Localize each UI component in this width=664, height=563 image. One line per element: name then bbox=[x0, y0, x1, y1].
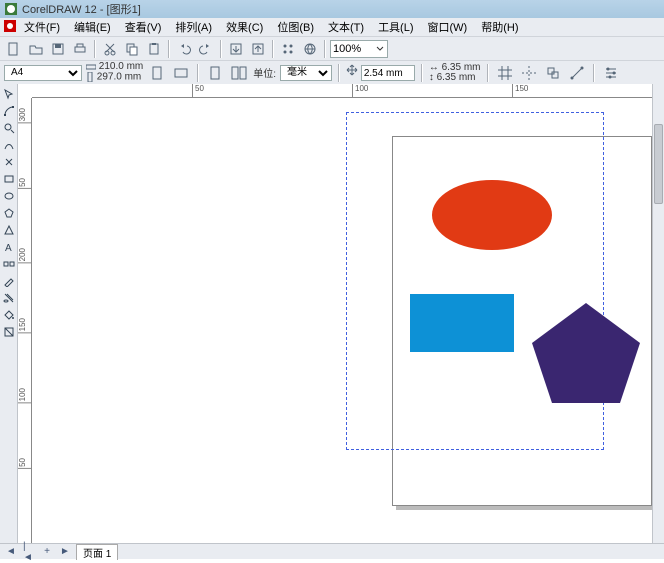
vertical-scrollbar[interactable] bbox=[652, 84, 664, 543]
menu-effects[interactable]: 效果(C) bbox=[220, 18, 269, 36]
menu-help[interactable]: 帮助(H) bbox=[475, 18, 524, 36]
smart-drawing-tool[interactable] bbox=[1, 154, 17, 170]
zoom-tool[interactable] bbox=[1, 120, 17, 136]
menu-bitmap[interactable]: 位图(B) bbox=[271, 18, 320, 36]
page-single-button[interactable] bbox=[205, 63, 225, 83]
nudge-icon bbox=[346, 64, 358, 76]
undo-button[interactable] bbox=[174, 39, 194, 59]
scrollbar-thumb[interactable] bbox=[654, 124, 663, 204]
units-label: 单位: bbox=[253, 65, 276, 80]
redo-button[interactable] bbox=[196, 39, 216, 59]
property-bar: A4 210.0 mm 297.0 mm 单位: 毫米 ↔ 6.35 mm ↕ … bbox=[0, 60, 664, 84]
zoom-input[interactable] bbox=[333, 43, 375, 55]
menu-bar: 文件(F) 编辑(E) 查看(V) 排列(A) 效果(C) 位图(B) 文本(T… bbox=[0, 18, 664, 36]
ellipse-tool[interactable] bbox=[1, 188, 17, 204]
toolbox: A bbox=[0, 84, 18, 543]
outline-tool[interactable] bbox=[1, 290, 17, 306]
page-add-button[interactable]: + bbox=[40, 546, 54, 558]
page-facing-button[interactable] bbox=[229, 63, 249, 83]
eyedropper-tool[interactable] bbox=[1, 273, 17, 289]
cut-button[interactable] bbox=[100, 39, 120, 59]
paper-dims: 210.0 mm 297.0 mm bbox=[86, 62, 143, 83]
open-button[interactable] bbox=[26, 39, 46, 59]
new-button[interactable] bbox=[4, 39, 24, 59]
units-select[interactable]: 毫米 bbox=[280, 65, 332, 81]
interactive-blend-tool[interactable] bbox=[1, 256, 17, 272]
polygon-tool[interactable] bbox=[1, 205, 17, 221]
horizontal-ruler: 50 100 150 bbox=[32, 84, 652, 98]
title-bar: CorelDRAW 12 - [图形1] bbox=[0, 0, 664, 18]
fill-tool[interactable] bbox=[1, 307, 17, 323]
menu-view[interactable]: 查看(V) bbox=[119, 18, 168, 36]
page-prev-button[interactable]: ◄ bbox=[4, 546, 18, 558]
app-launcher-button[interactable] bbox=[278, 39, 298, 59]
chevron-down-icon bbox=[375, 44, 385, 54]
menu-text[interactable]: 文本(T) bbox=[322, 18, 370, 36]
snap-to-objects-button[interactable] bbox=[543, 63, 563, 83]
title-text: CorelDRAW 12 - [图形1] bbox=[22, 1, 141, 17]
nudge-input[interactable] bbox=[361, 65, 415, 81]
canvas[interactable] bbox=[32, 98, 652, 543]
basic-shapes-tool[interactable] bbox=[1, 222, 17, 238]
snap-to-guides-button[interactable] bbox=[519, 63, 539, 83]
shape-tool[interactable] bbox=[1, 103, 17, 119]
import-button[interactable] bbox=[226, 39, 246, 59]
vertical-ruler: 300 50 200 150 100 50 bbox=[18, 98, 32, 543]
text-tool[interactable]: A bbox=[1, 239, 17, 255]
menu-tools[interactable]: 工具(L) bbox=[372, 18, 419, 36]
corel-online-button[interactable] bbox=[300, 39, 320, 59]
system-menu-icon[interactable] bbox=[4, 20, 16, 35]
standard-toolbar bbox=[0, 36, 664, 60]
menu-edit[interactable]: 编辑(E) bbox=[68, 18, 117, 36]
pick-tool[interactable] bbox=[1, 86, 17, 102]
menu-window[interactable]: 窗口(W) bbox=[422, 18, 474, 36]
svg-text:A: A bbox=[5, 243, 12, 253]
menu-arrange[interactable]: 排列(A) bbox=[169, 18, 218, 36]
ellipse-shape[interactable] bbox=[432, 180, 552, 250]
nudge-group bbox=[346, 64, 415, 82]
duplicate-offset: ↔ 6.35 mm ↕ 6.35 mm bbox=[429, 63, 481, 83]
snap-to-grid-button[interactable] bbox=[495, 63, 515, 83]
rectangle-shape[interactable] bbox=[410, 294, 514, 352]
app-icon bbox=[4, 2, 18, 16]
menu-file[interactable]: 文件(F) bbox=[18, 18, 66, 36]
dynamic-guides-button[interactable] bbox=[567, 63, 587, 83]
width-icon bbox=[86, 63, 96, 71]
print-button[interactable] bbox=[70, 39, 90, 59]
paste-button[interactable] bbox=[144, 39, 164, 59]
page-first-button[interactable]: |◄ bbox=[22, 546, 36, 558]
page-next-button[interactable]: ► bbox=[58, 546, 72, 558]
interactive-fill-tool[interactable] bbox=[1, 324, 17, 340]
portrait-button[interactable] bbox=[147, 63, 167, 83]
export-button[interactable] bbox=[248, 39, 268, 59]
freehand-tool[interactable] bbox=[1, 137, 17, 153]
status-bar: ◄ |◄ + ► 页面 1 bbox=[0, 543, 664, 559]
save-button[interactable] bbox=[48, 39, 68, 59]
height-icon bbox=[86, 72, 94, 82]
pentagon-shape[interactable] bbox=[532, 303, 640, 405]
page-tab[interactable]: 页面 1 bbox=[76, 544, 118, 560]
options-button[interactable] bbox=[601, 63, 621, 83]
landscape-button[interactable] bbox=[171, 63, 191, 83]
workspace: A 50 100 150 300 50 200 150 100 50 bbox=[0, 84, 652, 543]
paper-size-select[interactable]: A4 bbox=[4, 65, 82, 81]
rectangle-tool[interactable] bbox=[1, 171, 17, 187]
copy-button[interactable] bbox=[122, 39, 142, 59]
zoom-combo[interactable] bbox=[330, 40, 388, 58]
